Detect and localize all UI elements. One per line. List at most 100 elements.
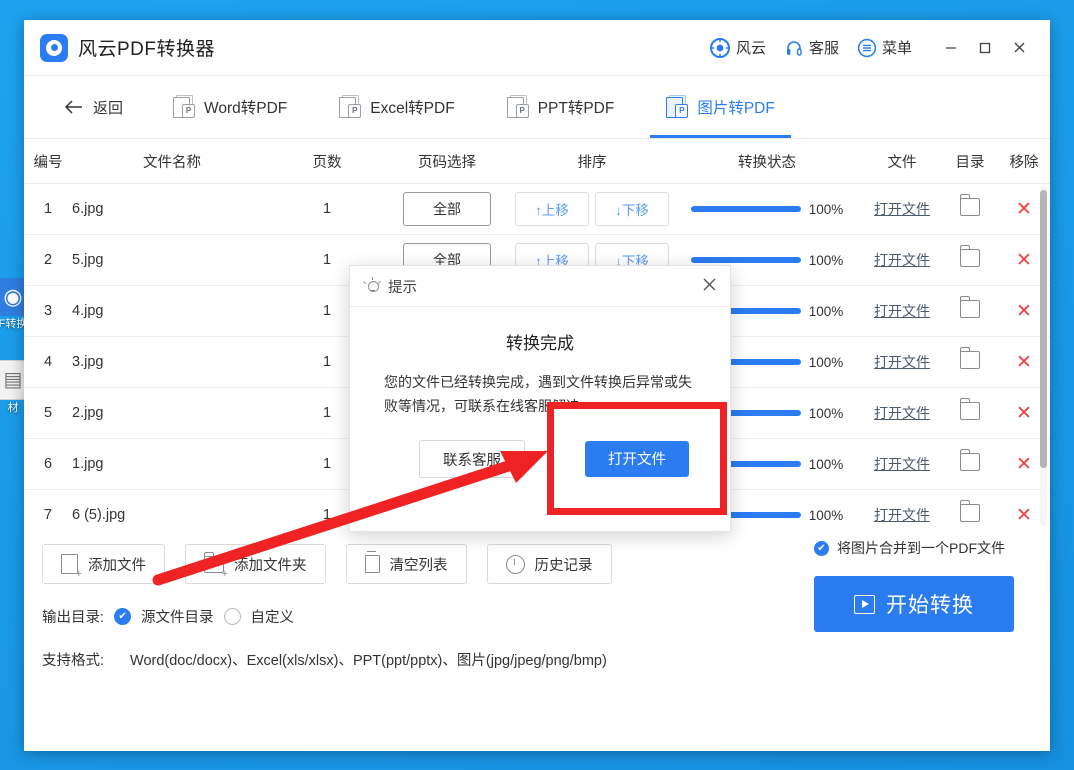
open-file-link[interactable]: 打开文件 bbox=[874, 201, 930, 217]
open-file-link[interactable]: 打开文件 bbox=[874, 507, 930, 523]
merge-checkbox[interactable]: ✔ bbox=[814, 541, 829, 556]
header-no: 编号 bbox=[24, 151, 72, 172]
clear-list-button[interactable]: 清空列表 bbox=[346, 544, 467, 584]
back-button[interactable]: 返回 bbox=[64, 97, 123, 118]
progress-percent: 100% bbox=[809, 304, 844, 319]
titlebar-support-label: 客服 bbox=[809, 37, 839, 58]
history-button[interactable]: 历史记录 bbox=[487, 544, 612, 584]
app-title: 风云PDF转换器 bbox=[78, 34, 215, 61]
cell-status: 100% bbox=[672, 202, 862, 217]
cell-no: 3 bbox=[24, 303, 72, 319]
open-file-link[interactable]: 打开文件 bbox=[874, 354, 930, 370]
cell-page-select: 全部 bbox=[382, 192, 512, 226]
move-down-button[interactable]: ↓下移 bbox=[595, 192, 669, 226]
progress-bar bbox=[691, 257, 801, 263]
merge-label: 将图片合并到一个PDF文件 bbox=[837, 538, 1005, 558]
close-button[interactable] bbox=[1002, 33, 1036, 63]
add-folder-button[interactable]: 添加文件夹 bbox=[185, 544, 326, 584]
open-folder-icon[interactable] bbox=[960, 249, 980, 267]
open-file-button[interactable]: 打开文件 bbox=[585, 441, 689, 477]
clear-list-label: 清空列表 bbox=[390, 554, 448, 575]
cell-file: 打开文件 bbox=[862, 199, 942, 219]
open-file-link[interactable]: 打开文件 bbox=[874, 303, 930, 319]
app-window: 风云PDF转换器 风云 客服 菜单 bbox=[24, 20, 1050, 751]
remove-row-button[interactable]: ✕ bbox=[1016, 403, 1032, 424]
cell-filename: 3.jpg bbox=[72, 354, 272, 370]
cell-no: 7 bbox=[24, 507, 72, 523]
open-file-link[interactable]: 打开文件 bbox=[874, 252, 930, 268]
tab-word-to-pdf[interactable]: P Word转PDF bbox=[169, 76, 291, 138]
cell-no: 1 bbox=[24, 201, 72, 217]
cell-file: 打开文件 bbox=[862, 454, 942, 474]
open-file-link[interactable]: 打开文件 bbox=[874, 456, 930, 472]
remove-row-button[interactable]: ✕ bbox=[1016, 301, 1032, 322]
history-label: 历史记录 bbox=[535, 554, 593, 575]
remove-row-button[interactable]: ✕ bbox=[1016, 352, 1032, 373]
open-folder-icon[interactable] bbox=[960, 198, 980, 216]
scrollbar-thumb[interactable] bbox=[1040, 190, 1047, 468]
progress-percent: 100% bbox=[809, 253, 844, 268]
cell-file: 打开文件 bbox=[862, 301, 942, 321]
select-all-pages-button[interactable]: 全部 bbox=[403, 192, 491, 226]
close-icon bbox=[701, 276, 718, 293]
bottom-panel: 添加文件 添加文件夹 清空列表 历史记录 输出目录: ✔ 源文件目录 自定义 支… bbox=[24, 528, 1050, 670]
cell-file: 打开文件 bbox=[862, 250, 942, 270]
cell-sort: ↑上移↓下移 bbox=[512, 192, 672, 226]
dialog-close-button[interactable] bbox=[701, 276, 718, 296]
tab-image-to-pdf[interactable]: P 图片转PDF bbox=[662, 76, 779, 138]
header-name: 文件名称 bbox=[72, 151, 272, 172]
open-folder-icon[interactable] bbox=[960, 504, 980, 522]
list-scrollbar[interactable] bbox=[1040, 186, 1047, 526]
merge-option-row[interactable]: ✔ 将图片合并到一个PDF文件 bbox=[814, 538, 1024, 558]
remove-row-button[interactable]: ✕ bbox=[1016, 505, 1032, 526]
cell-file: 打开文件 bbox=[862, 352, 942, 372]
progress-percent: 100% bbox=[809, 355, 844, 370]
tab-ppt-to-pdf[interactable]: P PPT转PDF bbox=[503, 76, 619, 138]
cell-no: 4 bbox=[24, 354, 72, 370]
progress-percent: 100% bbox=[809, 508, 844, 523]
maximize-button[interactable] bbox=[968, 33, 1002, 63]
titlebar-menu-button[interactable]: 菜单 bbox=[857, 37, 912, 58]
table-row[interactable]: 16.jpg1全部↑上移↓下移100%打开文件✕ bbox=[24, 184, 1050, 235]
header-page-select: 页码选择 bbox=[382, 151, 512, 172]
minimize-button[interactable] bbox=[934, 33, 968, 63]
folder-plus-icon bbox=[204, 556, 224, 573]
radio-source-dir[interactable]: ✔ bbox=[114, 608, 131, 625]
add-file-button[interactable]: 添加文件 bbox=[42, 544, 165, 584]
open-folder-icon[interactable] bbox=[960, 453, 980, 471]
document-plus-icon bbox=[61, 554, 78, 574]
trash-icon bbox=[365, 555, 380, 573]
tab-label: 图片转PDF bbox=[697, 96, 775, 118]
back-label: 返回 bbox=[93, 97, 123, 118]
tab-excel-to-pdf[interactable]: P Excel转PDF bbox=[335, 76, 458, 138]
progress-percent: 100% bbox=[809, 202, 844, 217]
titlebar-brand-button[interactable]: 风云 bbox=[709, 37, 766, 59]
open-file-link[interactable]: 打开文件 bbox=[874, 405, 930, 421]
tab-label: Word转PDF bbox=[204, 96, 287, 118]
cell-dir bbox=[942, 198, 998, 220]
ppt-file-icon: P bbox=[507, 95, 529, 119]
open-folder-icon[interactable] bbox=[960, 402, 980, 420]
start-convert-label: 开始转换 bbox=[886, 589, 974, 619]
cell-filename: 5.jpg bbox=[72, 252, 272, 268]
start-convert-button[interactable]: 开始转换 bbox=[814, 576, 1014, 632]
radio-custom-dir[interactable] bbox=[224, 608, 241, 625]
excel-file-icon: P bbox=[339, 95, 361, 119]
headset-icon bbox=[784, 38, 804, 58]
image-file-icon: P bbox=[666, 95, 688, 119]
formats-value: Word(doc/docx)、Excel(xls/xlsx)、PPT(ppt/p… bbox=[130, 649, 607, 670]
open-folder-icon[interactable] bbox=[960, 300, 980, 318]
titlebar-support-button[interactable]: 客服 bbox=[784, 37, 839, 58]
output-dir-label: 输出目录: bbox=[42, 606, 104, 627]
remove-row-button[interactable]: ✕ bbox=[1016, 454, 1032, 475]
contact-support-button[interactable]: 联系客服 bbox=[419, 440, 525, 478]
move-up-button[interactable]: ↑上移 bbox=[515, 192, 589, 226]
open-folder-icon[interactable] bbox=[960, 351, 980, 369]
cell-no: 5 bbox=[24, 405, 72, 421]
remove-row-button[interactable]: ✕ bbox=[1016, 199, 1032, 220]
lightbulb-icon bbox=[364, 278, 381, 295]
convert-panel: ✔ 将图片合并到一个PDF文件 开始转换 bbox=[814, 538, 1024, 632]
remove-row-button[interactable]: ✕ bbox=[1016, 250, 1032, 271]
progress-percent: 100% bbox=[809, 457, 844, 472]
tab-label: Excel转PDF bbox=[370, 96, 454, 118]
